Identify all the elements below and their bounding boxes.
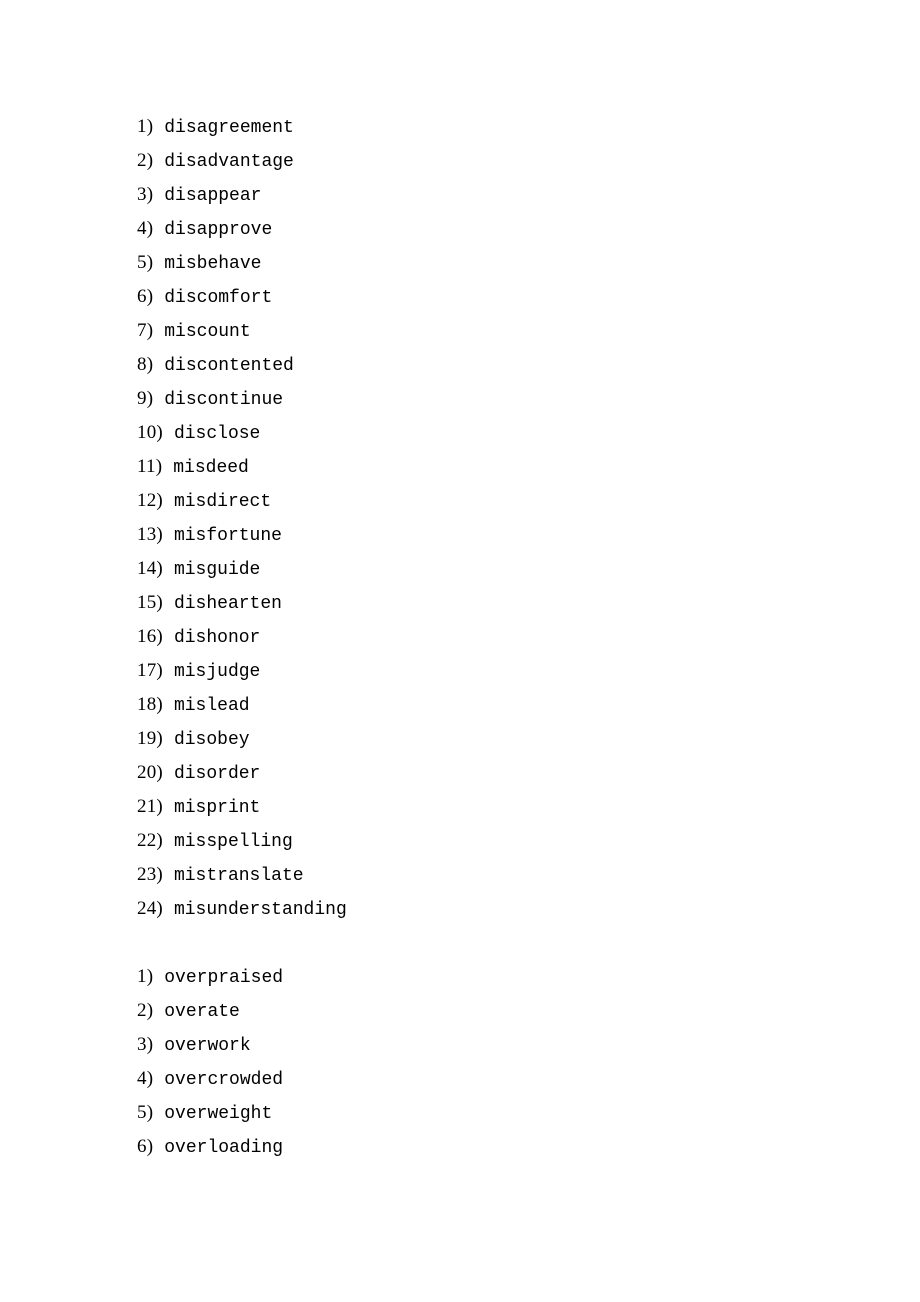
list-item-word: disobey (173, 730, 250, 750)
list-item-word: disagreement (164, 118, 294, 138)
list-item-word: disclose (173, 424, 261, 444)
list-item-number: 6) (137, 1136, 154, 1157)
list-item-word: disappear (164, 186, 262, 206)
list-item-word: disadvantage (164, 152, 294, 172)
list-item-word: dishonor (173, 628, 261, 648)
list-item-word: disorder (173, 764, 261, 784)
list-item-number: 8) (137, 354, 154, 375)
list-item-number: 2) (137, 150, 154, 171)
list-item: 23) mistranslate (137, 858, 920, 892)
list-item: 3) disappear (137, 178, 920, 212)
list-item-word: overwork (164, 1036, 251, 1056)
list-item-word: misspelling (173, 832, 293, 852)
list-item-number: 11) (137, 456, 163, 477)
word-list-container: 1) disagreement 2) disadvantage 3) disappear 4… (137, 110, 920, 1164)
list-item-word: overloading (164, 1138, 284, 1158)
list-item: 20) disorder (137, 756, 920, 790)
word-list-over: 1) overpraised 2) overate 3) overwork 4) overcr… (137, 960, 920, 1164)
list-item: 13) misfortune (137, 518, 920, 552)
list-item-word: overweight (164, 1104, 273, 1124)
list-item: 18) mislead (137, 688, 920, 722)
list-item-number: 17) (137, 660, 163, 681)
list-item-word: overate (164, 1002, 240, 1022)
list-item: 1) overpraised (137, 960, 920, 994)
list-item: 9) discontinue (137, 382, 920, 416)
list-item-word: dishearten (173, 594, 282, 614)
list-item-number: 2) (137, 1000, 154, 1021)
list-item-number: 6) (137, 286, 154, 307)
list-item: 12) misdirect (137, 484, 920, 518)
list-item-word: misjudge (173, 662, 261, 682)
list-item-number: 24) (137, 898, 163, 919)
list-item: 5) misbehave (137, 246, 920, 280)
list-item-word: misguide (173, 560, 261, 580)
list-item: 7) miscount (137, 314, 920, 348)
list-item-number: 20) (137, 762, 163, 783)
list-item-word: misbehave (164, 254, 262, 274)
list-item-number: 16) (137, 626, 163, 647)
list-item-word: overpraised (164, 968, 284, 988)
list-item: 5) overweight (137, 1096, 920, 1130)
list-item-number: 1) (137, 966, 154, 987)
list-item-number: 22) (137, 830, 163, 851)
word-list-dis-mis: 1) disagreement 2) disadvantage 3) disappear 4… (137, 110, 920, 926)
list-item: 19) disobey (137, 722, 920, 756)
list-item-word: discomfort (164, 288, 273, 308)
section-spacer (137, 926, 920, 960)
list-item-number: 4) (137, 1068, 154, 1089)
list-item-number: 1) (137, 116, 154, 137)
list-item: 17) misjudge (137, 654, 920, 688)
list-item-number: 12) (137, 490, 163, 511)
list-item: 15) dishearten (137, 586, 920, 620)
list-item-number: 15) (137, 592, 163, 613)
list-item-number: 5) (137, 1102, 154, 1123)
list-item-word: overcrowded (164, 1070, 284, 1090)
list-item-number: 21) (137, 796, 163, 817)
list-item-number: 19) (137, 728, 163, 749)
list-item-number: 18) (137, 694, 163, 715)
list-item-word: misprint (173, 798, 261, 818)
list-item-number: 10) (137, 422, 163, 443)
list-item: 21) misprint (137, 790, 920, 824)
list-item: 14) misguide (137, 552, 920, 586)
list-item: 2) disadvantage (137, 144, 920, 178)
list-item-number: 4) (137, 218, 154, 239)
list-item: 6) discomfort (137, 280, 920, 314)
list-item: 22) misspelling (137, 824, 920, 858)
list-item: 1) disagreement (137, 110, 920, 144)
list-item: 3) overwork (137, 1028, 920, 1062)
list-item: 24) misunderstanding (137, 892, 920, 926)
list-item-word: discontented (164, 356, 294, 376)
list-item-word: miscount (164, 322, 251, 342)
list-item: 10) disclose (137, 416, 920, 450)
list-item: 11) misdeed (137, 450, 920, 484)
list-item-number: 5) (137, 252, 154, 273)
list-item: 6) overloading (137, 1130, 920, 1164)
list-item-number: 3) (137, 184, 154, 205)
list-item-word: disapprove (164, 220, 273, 240)
list-item-number: 7) (137, 320, 154, 341)
list-item-word: discontinue (164, 390, 284, 410)
list-item: 16) dishonor (137, 620, 920, 654)
list-item-word: misdirect (173, 492, 272, 512)
list-item-number: 14) (137, 558, 163, 579)
list-item-word: mislead (173, 696, 250, 716)
list-item: 8) discontented (137, 348, 920, 382)
list-item-word: misfortune (173, 526, 282, 546)
list-item-word: misdeed (173, 458, 249, 478)
document-page: 1) disagreement 2) disadvantage 3) disappear 4… (0, 0, 920, 1302)
list-item-number: 3) (137, 1034, 154, 1055)
list-item: 2) overate (137, 994, 920, 1028)
list-item-word: misunderstanding (173, 900, 347, 920)
list-item-word: mistranslate (173, 866, 304, 886)
list-item-number: 13) (137, 524, 163, 545)
list-item-number: 9) (137, 388, 154, 409)
list-item-number: 23) (137, 864, 163, 885)
list-item: 4) overcrowded (137, 1062, 920, 1096)
list-item: 4) disapprove (137, 212, 920, 246)
